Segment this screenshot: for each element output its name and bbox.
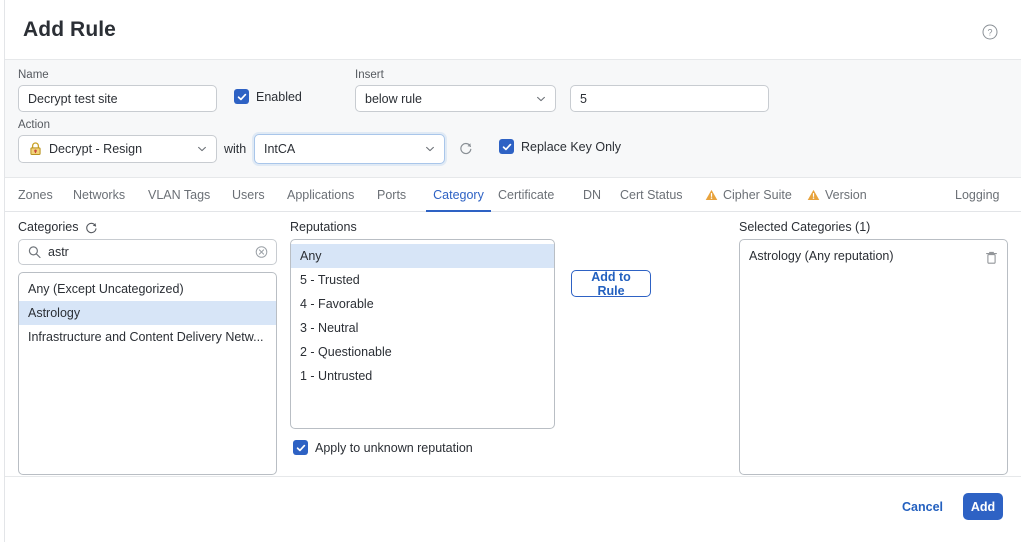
tab-label: Ports bbox=[377, 188, 407, 202]
enabled-checkbox[interactable] bbox=[234, 89, 249, 104]
apply-unknown-reputation-checkbox[interactable] bbox=[293, 440, 308, 455]
chevron-down-icon bbox=[197, 144, 207, 154]
tab-label: DN bbox=[583, 188, 602, 202]
tab-label: Networks bbox=[73, 188, 126, 202]
category-tab-content: Categories Any (Except Uncategorized) As… bbox=[5, 212, 1021, 475]
tab-dn[interactable]: DN bbox=[583, 178, 601, 212]
question-circle-icon[interactable]: ? bbox=[982, 24, 998, 40]
tab-cipher-suite[interactable]: Cipher Suite bbox=[705, 178, 792, 212]
action-select[interactable]: Decrypt - Resign bbox=[18, 135, 217, 163]
name-label: Name bbox=[18, 69, 49, 81]
dialog-footer: Cancel Add bbox=[5, 476, 1021, 542]
list-item[interactable]: Infrastructure and Content Delivery Netw… bbox=[19, 325, 276, 349]
tab-label: VLAN Tags bbox=[148, 188, 211, 202]
tab-label: Cert Status bbox=[620, 188, 683, 202]
tab-label: Logging bbox=[955, 188, 1000, 202]
tab-ports[interactable]: Ports bbox=[377, 178, 406, 212]
padlock-icon bbox=[28, 142, 43, 157]
categories-listbox[interactable]: Any (Except Uncategorized) Astrology Inf… bbox=[18, 272, 277, 475]
refresh-icon[interactable] bbox=[85, 221, 98, 234]
rule-form-band: Name Enabled Insert below rule Action bbox=[5, 59, 1021, 178]
tab-label: Certificate bbox=[498, 188, 555, 202]
category-search-input[interactable] bbox=[46, 240, 248, 264]
list-item[interactable]: Astrology bbox=[19, 301, 276, 325]
warning-triangle-icon bbox=[705, 189, 718, 201]
reputations-title-label: Reputations bbox=[290, 220, 357, 234]
tab-certificate[interactable]: Certificate bbox=[498, 178, 554, 212]
categories-title-label: Categories bbox=[18, 220, 79, 234]
category-search-box[interactable] bbox=[18, 239, 277, 265]
tab-label: Cipher Suite bbox=[723, 188, 792, 202]
add-button[interactable]: Add bbox=[963, 493, 1003, 520]
tab-zones[interactable]: Zones bbox=[18, 178, 53, 212]
list-item[interactable]: 5 - Trusted bbox=[291, 268, 554, 292]
reputations-title: Reputations bbox=[290, 220, 357, 234]
list-item[interactable]: 2 - Questionable bbox=[291, 340, 554, 364]
insert-label: Insert bbox=[355, 69, 384, 81]
action-value: Decrypt - Resign bbox=[49, 142, 143, 156]
selected-categories-listbox[interactable]: Astrology (Any reputation) bbox=[739, 239, 1008, 475]
tab-label: Version bbox=[825, 188, 867, 202]
tab-users[interactable]: Users bbox=[232, 178, 265, 212]
tab-version[interactable]: Version bbox=[807, 178, 867, 212]
add-to-rule-button[interactable]: Add to Rule bbox=[571, 270, 651, 298]
insert-position-select[interactable]: below rule bbox=[355, 85, 556, 112]
tab-applications[interactable]: Applications bbox=[287, 178, 354, 212]
dialog-header: Add Rule ? bbox=[5, 0, 1021, 59]
categories-title: Categories bbox=[18, 220, 98, 234]
replace-key-only-checkbox[interactable] bbox=[499, 139, 514, 154]
insert-rule-number-input[interactable] bbox=[570, 85, 769, 112]
tab-label: Category bbox=[433, 188, 484, 202]
list-item[interactable]: Any bbox=[291, 244, 554, 268]
list-item[interactable]: 3 - Neutral bbox=[291, 316, 554, 340]
page-title: Add Rule bbox=[23, 18, 116, 41]
add-rule-dialog: Add Rule ? Name Enabled Insert below rul… bbox=[0, 0, 1021, 542]
list-item[interactable]: Any (Except Uncategorized) bbox=[19, 277, 276, 301]
tab-category[interactable]: Category bbox=[426, 178, 491, 212]
search-icon bbox=[28, 246, 41, 259]
rule-tabs: Zones Networks VLAN Tags Users Applicati… bbox=[5, 178, 1021, 212]
action-label: Action bbox=[18, 119, 50, 131]
tab-label: Users bbox=[232, 188, 265, 202]
list-item[interactable]: Astrology (Any reputation) bbox=[740, 244, 1007, 268]
chevron-down-icon bbox=[536, 94, 546, 104]
tab-label: Zones bbox=[18, 188, 53, 202]
tab-networks[interactable]: Networks bbox=[73, 178, 125, 212]
apply-unknown-reputation-label: Apply to unknown reputation bbox=[315, 441, 473, 455]
chevron-down-icon bbox=[425, 144, 435, 154]
selected-category-label: Astrology (Any reputation) bbox=[749, 249, 894, 263]
reputations-listbox[interactable]: Any 5 - Trusted 4 - Favorable 3 - Neutra… bbox=[290, 239, 555, 429]
tab-cert-status[interactable]: Cert Status bbox=[620, 178, 683, 212]
tab-label: Applications bbox=[287, 188, 355, 202]
replace-key-only-label: Replace Key Only bbox=[521, 140, 622, 154]
enabled-label: Enabled bbox=[256, 90, 302, 104]
tab-vlan-tags[interactable]: VLAN Tags bbox=[148, 178, 210, 212]
trash-icon[interactable] bbox=[985, 249, 998, 264]
refresh-icon[interactable] bbox=[459, 141, 473, 155]
selected-categories-title-label: Selected Categories (1) bbox=[739, 220, 871, 234]
insert-position-value: below rule bbox=[365, 91, 422, 106]
ca-certificate-value: IntCA bbox=[264, 142, 296, 156]
svg-text:?: ? bbox=[987, 28, 992, 38]
selected-categories-title: Selected Categories (1) bbox=[739, 220, 870, 234]
clear-circle-icon[interactable] bbox=[255, 246, 268, 259]
with-label: with bbox=[224, 142, 247, 156]
ca-certificate-select[interactable]: IntCA bbox=[254, 134, 445, 164]
cancel-button[interactable]: Cancel bbox=[896, 499, 949, 515]
name-input[interactable] bbox=[18, 85, 217, 112]
list-item[interactable]: 1 - Untrusted bbox=[291, 364, 554, 388]
warning-triangle-icon bbox=[807, 189, 820, 201]
tab-logging[interactable]: Logging bbox=[955, 178, 1000, 212]
list-item[interactable]: 4 - Favorable bbox=[291, 292, 554, 316]
